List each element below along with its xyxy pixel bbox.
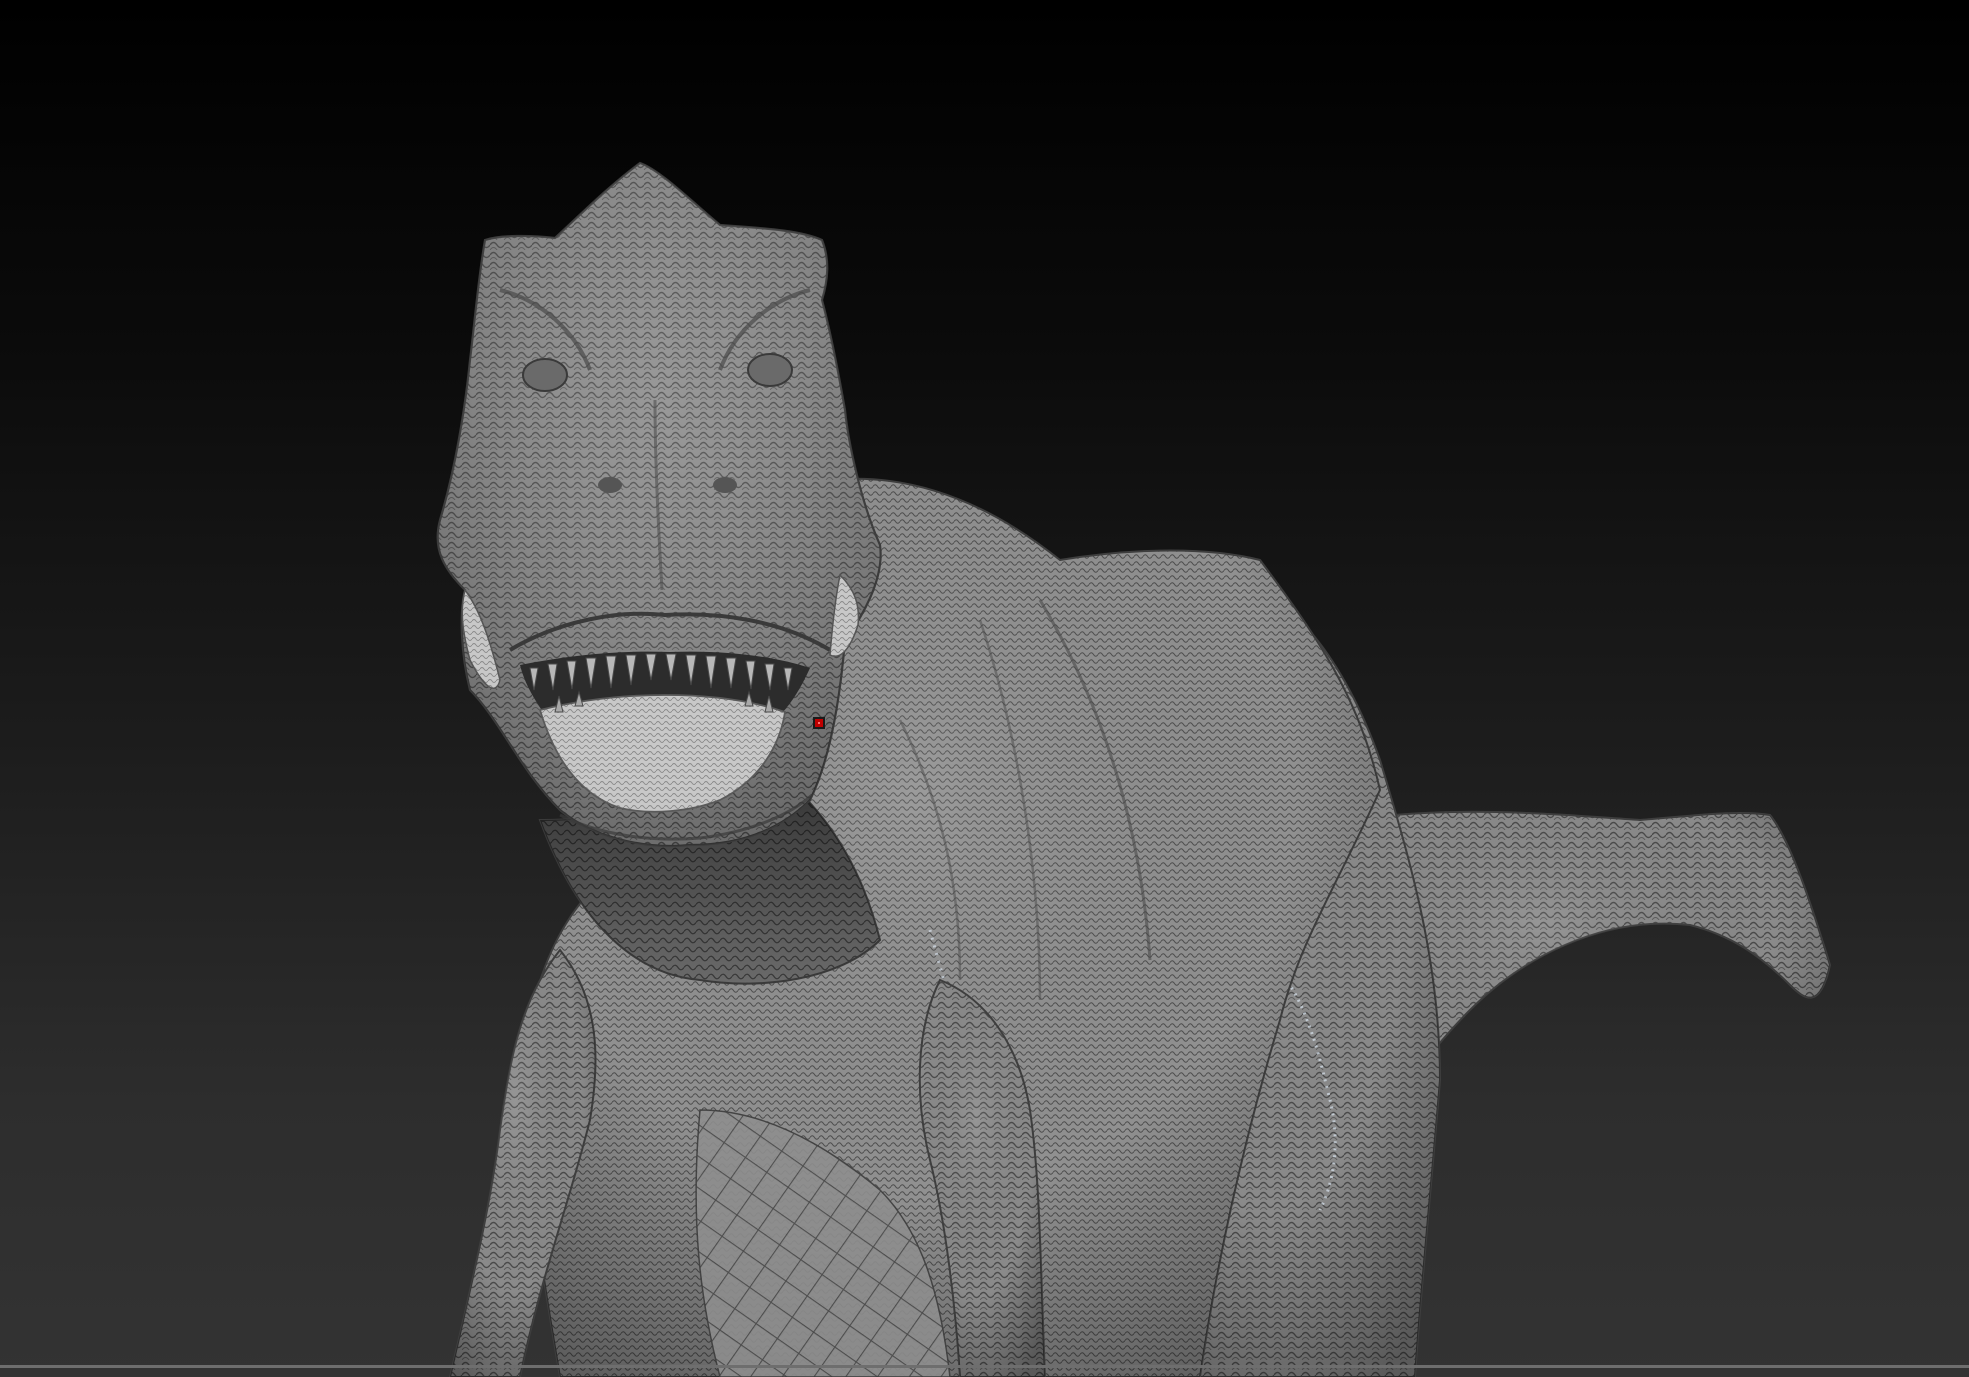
- model-layer: [436, 161, 1832, 1377]
- head: [436, 161, 882, 847]
- brush-cursor-icon: [813, 717, 825, 729]
- sculpt-viewport-canvas[interactable]: [0, 0, 1969, 1377]
- viewport-bottom-divider: [0, 1365, 1969, 1368]
